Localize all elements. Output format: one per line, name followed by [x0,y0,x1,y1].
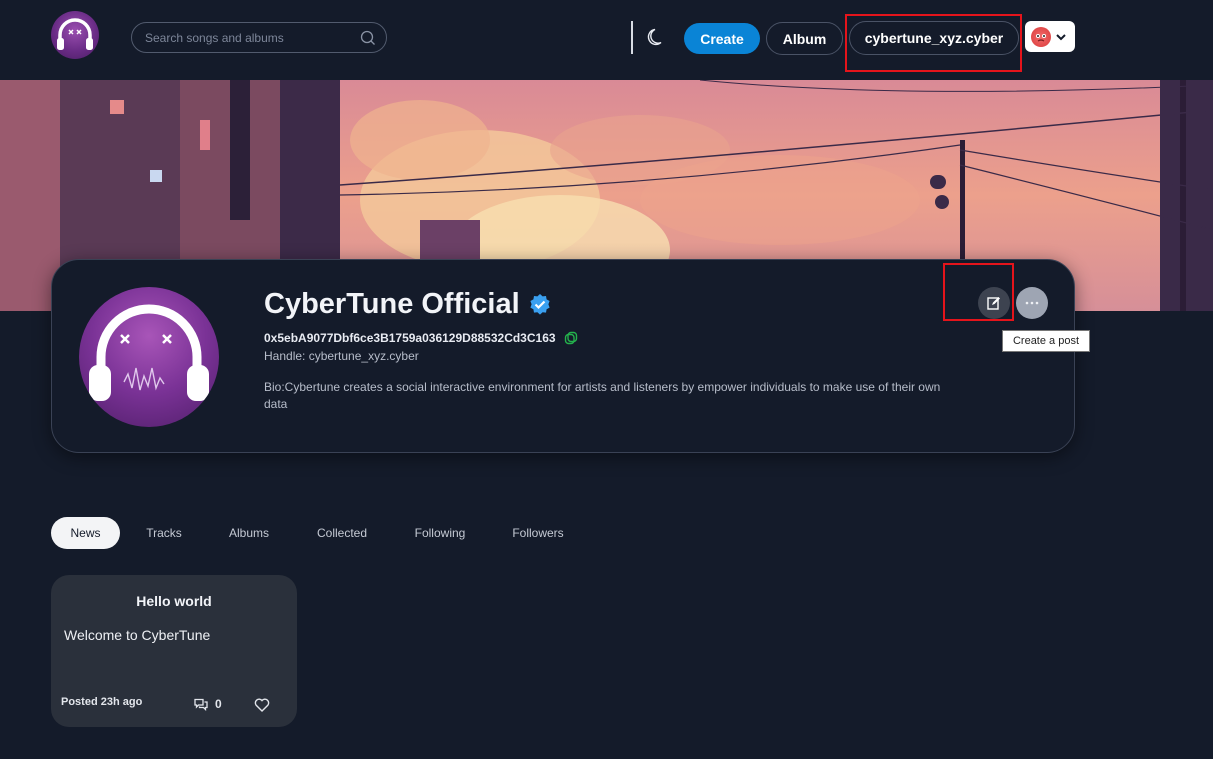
search-bar[interactable] [131,22,387,53]
top-bar: Create Album cybertune_xyz.cyber [0,0,1213,80]
profile-avatar [79,287,219,427]
user-avatar-icon [1031,26,1051,47]
search-input[interactable] [145,30,355,45]
search-icon[interactable] [360,30,376,46]
profile-card: CyberTune Official 0x5ebA9077Dbf6ce3B175… [51,259,1075,453]
highlight-box-username [845,14,1022,72]
tab-albums[interactable]: Albums [218,517,280,549]
profile-bio: Bio:Cybertune creates a social interacti… [264,380,941,411]
account-menu-button[interactable] [1025,21,1075,52]
headphones-logo-icon [57,18,93,50]
heart-icon[interactable] [254,697,270,713]
comments-button[interactable]: 0 [194,697,222,711]
tab-news[interactable]: News [51,517,120,549]
cybertune-logo[interactable] [51,11,99,59]
tab-followers[interactable]: Followers [503,517,573,549]
profile-handle: Handle: cybertune_xyz.cyber [264,349,419,363]
comment-count: 0 [215,697,222,711]
highlight-box-create-post [943,263,1014,321]
moon-icon[interactable] [646,26,668,48]
verified-badge-icon [530,293,550,315]
create-button[interactable]: Create [684,23,760,54]
header-divider [631,21,633,54]
tab-following[interactable]: Following [405,517,475,549]
more-options-button[interactable] [1016,287,1048,319]
create-post-tooltip: Create a post [1002,330,1090,352]
album-button[interactable]: Album [766,22,843,55]
wallet-address-text: 0x5ebA9077Dbf6ce3B1759a036129D88532Cd3C1… [264,331,556,345]
comment-icon [194,698,208,711]
post-timestamp: Posted 23h ago [61,696,143,708]
chevron-down-icon [1056,33,1066,40]
headphones-avatar-icon [89,304,209,401]
post-title: Hello world [136,593,212,609]
ellipsis-icon [1025,301,1039,305]
wallet-address: 0x5ebA9077Dbf6ce3B1759a036129D88532Cd3C1… [264,331,578,345]
profile-name: CyberTune Official [264,288,552,321]
tab-tracks[interactable]: Tracks [136,517,192,549]
tab-collected[interactable]: Collected [306,517,378,549]
post-card[interactable]: Hello world Welcome to CyberTune Posted … [51,575,297,727]
profile-name-text: CyberTune Official [264,288,520,320]
copy-icon[interactable] [564,331,578,345]
post-body: Welcome to CyberTune [64,627,211,643]
